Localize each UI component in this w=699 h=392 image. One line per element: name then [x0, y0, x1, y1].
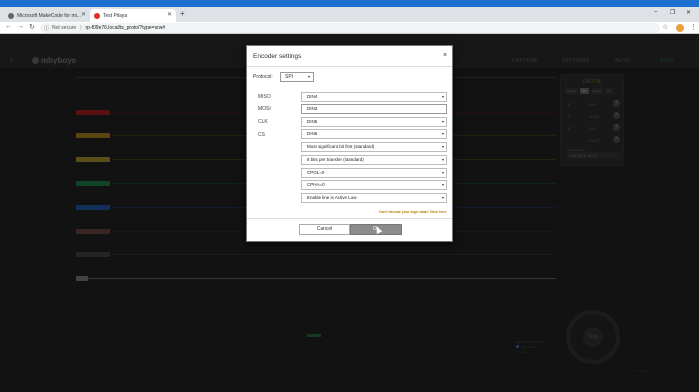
- mosi-select[interactable]: DIN3: [301, 104, 447, 114]
- cpol-value: CPOL=0: [307, 170, 325, 175]
- forward-arrow-icon[interactable]: →: [17, 23, 24, 30]
- chevron-down-icon: ▾: [441, 195, 444, 200]
- profile-avatar[interactable]: [676, 24, 684, 32]
- chevron-down-icon: ▾: [441, 119, 444, 124]
- cs-label: CS: [258, 132, 265, 138]
- browser-tab-makecode[interactable]: Microsoft MakeCode for mi... ✕: [4, 9, 90, 22]
- restore-icon[interactable]: ❐: [670, 9, 675, 16]
- protocol-select[interactable]: SPI ▾: [280, 72, 314, 82]
- cpha-value: CPHA=0: [307, 182, 325, 187]
- address-bar: ← → ↻ ⓘ Not secure | rp-f09e76.local/ts_…: [0, 22, 699, 34]
- close-window-icon[interactable]: ✕: [686, 9, 691, 16]
- url-separator: |: [80, 25, 82, 31]
- protocol-label: Protocol:: [253, 74, 273, 80]
- decode-help-link[interactable]: Can't decode your logic data? Click here: [379, 210, 447, 214]
- cancel-button[interactable]: Cancel: [299, 224, 350, 235]
- bit-order-value: Most significant bit first (standard): [307, 144, 375, 149]
- word-size-value: 8 bits per transfer (standard): [307, 157, 364, 162]
- miso-value: DIN4: [307, 94, 318, 99]
- cs-value: DIN6: [307, 131, 318, 136]
- security-label: Not secure: [52, 25, 77, 31]
- cpol-select[interactable]: CPOL=0 ▾: [301, 168, 447, 178]
- miso-label: MISO: [258, 94, 271, 100]
- chevron-down-icon: ▾: [441, 94, 444, 99]
- bit-order-select[interactable]: Most significant bit first (standard) ▾: [301, 142, 447, 152]
- divider: [247, 218, 452, 219]
- chevron-down-icon: ▾: [307, 74, 310, 79]
- encoder-settings-dialog: Encoder settings × Protocol: SPI ▾ MISO …: [246, 45, 453, 242]
- cs-select[interactable]: DIN6 ▾: [301, 129, 447, 139]
- browser-tab-bar: Microsoft MakeCode for mi... ✕ Test Pila…: [0, 7, 699, 22]
- redpitaya-favicon-icon: [94, 12, 100, 19]
- miso-select[interactable]: DIN4 ▾: [301, 92, 447, 102]
- clk-label: CLK: [258, 119, 268, 125]
- clk-select[interactable]: DIN5 ▾: [301, 117, 447, 127]
- new-tab-icon[interactable]: +: [180, 9, 185, 18]
- enable-line-value: Enable line is Active Low: [307, 195, 357, 200]
- tab-title: Microsoft MakeCode for mi...: [17, 12, 81, 19]
- clk-value: DIN5: [307, 119, 318, 124]
- enable-line-select[interactable]: Enable line is Active Low ▾: [301, 193, 447, 203]
- cpha-select[interactable]: CPHA=0 ▾: [301, 180, 447, 190]
- back-arrow-icon[interactable]: ←: [5, 23, 12, 30]
- chevron-down-icon: ▾: [441, 170, 444, 175]
- browser-menu-icon[interactable]: ⋮: [690, 23, 697, 31]
- protocol-value: SPI: [285, 74, 294, 80]
- close-tab-icon[interactable]: ✕: [167, 11, 172, 18]
- mosi-label: MOSI: [258, 106, 271, 112]
- makecode-favicon-icon: [8, 12, 14, 19]
- window-frame-top: [0, 0, 699, 7]
- tab-title: Test Pilaya: [103, 12, 128, 19]
- chevron-down-icon: ▾: [441, 157, 444, 162]
- word-size-select[interactable]: 8 bits per transfer (standard) ▾: [301, 155, 447, 165]
- url-text: rp-f09e76.local/ts_proto/?type=srw#: [85, 25, 166, 31]
- bookmark-star-icon[interactable]: ☆: [662, 23, 668, 31]
- chevron-down-icon: ▾: [441, 182, 444, 187]
- dialog-title: Encoder settings: [253, 53, 302, 60]
- browser-tab-test-pilaya[interactable]: Test Pilaya ✕: [90, 9, 176, 22]
- minimize-icon[interactable]: –: [654, 9, 657, 15]
- chevron-down-icon: ▾: [441, 131, 444, 136]
- close-tab-icon[interactable]: ✕: [81, 11, 86, 18]
- url-field[interactable]: ⓘ Not secure | rp-f09e76.local/ts_proto/…: [40, 23, 660, 33]
- close-icon[interactable]: ×: [443, 52, 447, 59]
- divider: [247, 66, 452, 67]
- mosi-value: DIN3: [307, 106, 318, 111]
- chevron-down-icon: ▾: [441, 144, 444, 149]
- reload-icon[interactable]: ↻: [29, 23, 35, 31]
- info-icon: ⓘ: [44, 25, 50, 32]
